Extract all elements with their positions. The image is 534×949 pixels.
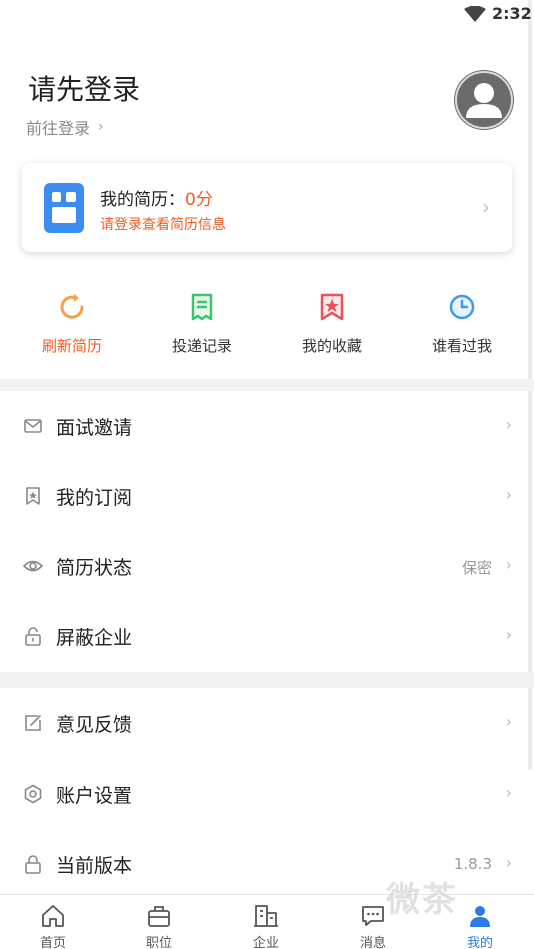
- settings-gear-icon: [24, 784, 42, 804]
- person-icon: [455, 71, 513, 129]
- menu-item-my-subscriptions[interactable]: 我的订阅 ›: [0, 461, 534, 531]
- profile-icon: [470, 906, 490, 927]
- quick-action-delivery-records[interactable]: 投递记录: [142, 290, 262, 356]
- chevron-right-icon: ›: [482, 195, 490, 219]
- resume-label: 我的简历：: [100, 190, 185, 210]
- resume-hint: 请登录查看简历信息: [100, 217, 226, 233]
- resume-title: 我的简历：0分: [100, 185, 213, 210]
- status-time: 2:32: [492, 4, 532, 23]
- section-divider: [0, 379, 534, 391]
- refresh-icon: [60, 294, 84, 319]
- tab-label: 职位: [145, 936, 172, 949]
- clock-icon: [449, 294, 475, 320]
- chevron-right-icon: ›: [505, 485, 512, 504]
- edit-icon: [25, 715, 41, 731]
- bookmark-icon: [26, 487, 40, 505]
- tab-messages[interactable]: 消息: [320, 895, 426, 949]
- menu-item-label: 意见反馈: [56, 714, 133, 736]
- quick-action-label: 谁看过我: [431, 337, 492, 355]
- lock-icon: [25, 855, 41, 874]
- page-title: 请先登录: [28, 73, 141, 106]
- briefcase-icon: [148, 906, 170, 927]
- resume-doc-icon: [44, 183, 84, 233]
- menu-item-label: 简历状态: [56, 557, 133, 579]
- menu-item-label: 当前版本: [56, 855, 133, 877]
- tab-label: 企业: [252, 936, 279, 949]
- menu-item-label: 面试邀请: [56, 417, 133, 439]
- menu-item-label: 屏蔽企业: [56, 627, 133, 649]
- quick-action-who-viewed-me[interactable]: 谁看过我: [402, 290, 522, 356]
- status-bar: 2:32: [0, 0, 534, 28]
- tab-home[interactable]: 首页: [0, 895, 106, 949]
- chevron-right-icon: ›: [505, 415, 512, 434]
- avatar-icon[interactable]: [454, 70, 514, 130]
- unlock-icon: [25, 627, 41, 646]
- tab-label: 消息: [359, 936, 386, 949]
- quick-action-label: 我的收藏: [301, 337, 362, 355]
- chevron-right-icon: ›: [505, 853, 512, 872]
- chevron-right-icon: ›: [98, 119, 104, 135]
- mail-icon: [24, 419, 42, 433]
- login-link[interactable]: 前往登录 ›: [26, 115, 104, 139]
- menu-item-current-version[interactable]: 当前版本 1.8.3 ›: [0, 829, 534, 899]
- tab-label: 我的: [466, 936, 493, 949]
- section-divider: [0, 672, 534, 688]
- resume-status-value: 保密: [461, 559, 492, 577]
- quick-actions: 刷新简历 投递记录 我的收藏 谁看过我: [0, 290, 534, 370]
- quick-action-refresh-resume[interactable]: 刷新简历: [12, 290, 132, 356]
- menu-item-label: 我的订阅: [56, 487, 133, 509]
- quick-action-label: 刷新简历: [41, 337, 102, 355]
- app-version-value: 1.8.3: [453, 855, 492, 873]
- wifi-icon: [464, 6, 486, 22]
- resume-card[interactable]: 我的简历：0分 请登录查看简历信息 ›: [22, 163, 512, 252]
- menu-item-account-settings[interactable]: 账户设置 ›: [0, 759, 534, 829]
- chevron-right-icon: ›: [505, 555, 512, 574]
- bottom-tab-bar: 首页 职位 企业 消息 我的: [0, 894, 534, 949]
- document-list-icon: [191, 293, 213, 321]
- tab-mine[interactable]: 我的: [427, 895, 533, 949]
- eye-icon: [23, 560, 43, 572]
- tab-jobs[interactable]: 职位: [106, 895, 212, 949]
- menu-item-label: 账户设置: [56, 785, 133, 807]
- chevron-right-icon: ›: [505, 783, 512, 802]
- quick-action-label: 投递记录: [171, 337, 232, 355]
- tab-label: 首页: [39, 936, 66, 949]
- tab-companies[interactable]: 企业: [213, 895, 319, 949]
- chevron-right-icon: ›: [505, 712, 512, 731]
- building-icon: [254, 905, 278, 927]
- quick-action-my-favorites[interactable]: 我的收藏: [272, 290, 392, 356]
- bookmark-star-icon: [320, 293, 344, 321]
- resume-score: 0分: [185, 190, 213, 210]
- menu-item-feedback[interactable]: 意见反馈 ›: [0, 688, 534, 758]
- login-link-label: 前往登录: [26, 119, 91, 138]
- home-icon: [42, 905, 64, 927]
- message-icon: [362, 906, 384, 926]
- menu-item-resume-status[interactable]: 简历状态 保密 ›: [0, 531, 534, 601]
- menu-item-block-companies[interactable]: 屏蔽企业 ›: [0, 601, 534, 671]
- chevron-right-icon: ›: [505, 625, 512, 644]
- menu-item-interview-invites[interactable]: 面试邀请 ›: [0, 391, 534, 461]
